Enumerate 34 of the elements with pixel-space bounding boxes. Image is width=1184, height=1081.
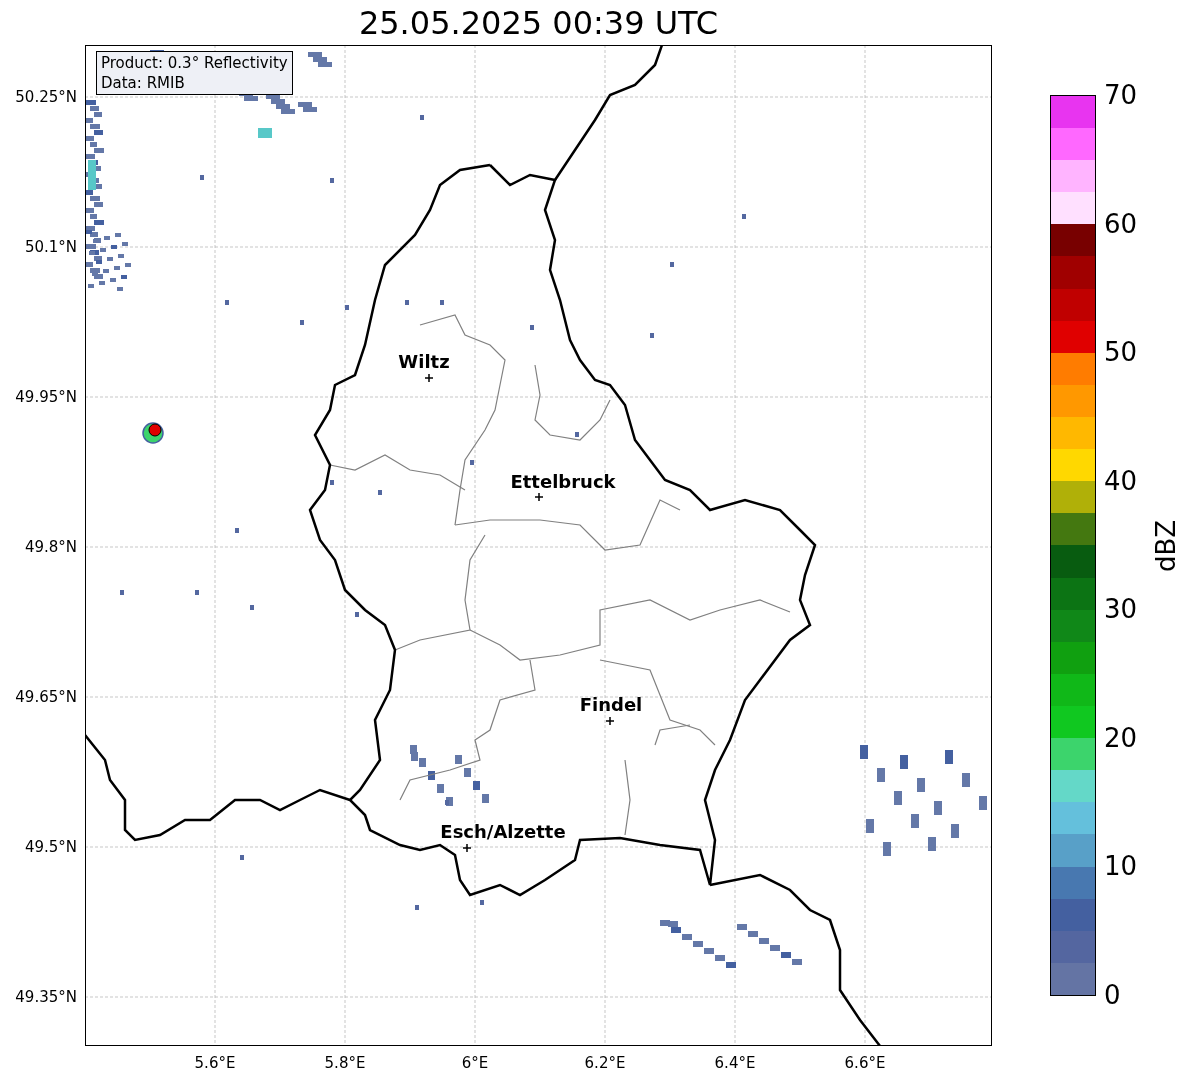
info-text: Product: 0.3° Reflectivity [101,53,288,73]
city-marker-icon [462,843,472,853]
latitude-label: 49.95°N [15,388,77,406]
latitude-label: 49.65°N [15,688,77,706]
colorbar-tick-label: 0 [1104,980,1121,1010]
latitude-label: 49.5°N [24,838,77,856]
colorbar-label: dBZ [1151,519,1181,572]
colorbar-tick-label: 50 [1104,337,1138,368]
longitude-label: 6.4°E [714,1054,756,1072]
longitude-label: 6°E [461,1054,489,1072]
longitude-label: 6.6°E [844,1054,886,1072]
colorbar-tick-label: 20 [1104,722,1138,753]
latitude-label: 50.25°N [15,88,77,106]
longitude-label: 6.2°E [584,1054,626,1072]
latitude-label: 50.1°N [24,238,77,256]
colorbar-tick-label: 30 [1104,594,1138,625]
city-label: Ettelbruck [510,472,616,492]
colorbar-tick-label: 70 [1104,80,1138,110]
latitude-label: 49.35°N [15,988,77,1006]
info-text: Data: RMIB [101,73,186,93]
chart-title: 25.05.2025 00:39 UTC [358,2,719,43]
radar-site-icon [142,422,164,444]
city-label: Wiltz [398,352,450,372]
colorbar-tick-label: 40 [1104,465,1138,496]
city-marker-icon [534,492,544,502]
colorbar-tick-label: 60 [1104,208,1138,239]
city-label: Findel [579,695,643,715]
city-label: Esch/Alzette [440,822,566,842]
longitude-label: 5.8°E [324,1054,366,1072]
city-marker-icon [424,373,434,383]
colorbar-tick-label: 10 [1104,851,1138,882]
city-marker-icon [605,716,615,726]
latitude-label: 49.8°N [24,538,77,556]
longitude-label: 5.6°E [194,1054,236,1072]
